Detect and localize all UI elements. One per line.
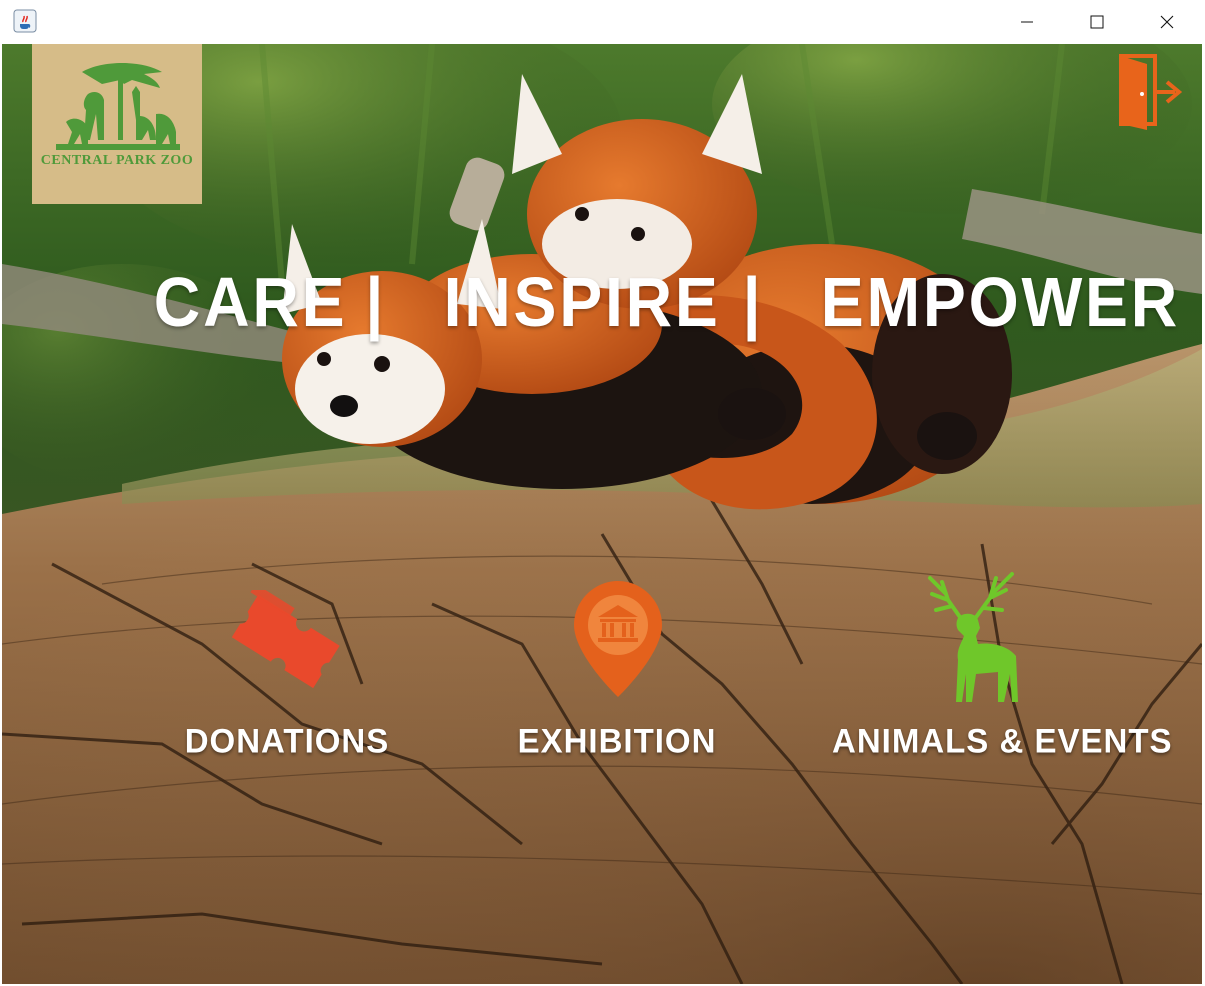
close-icon	[1160, 15, 1174, 29]
slogan-word-inspire: INSPIRE	[443, 263, 721, 341]
exhibition-button[interactable]: EXHIBITION	[517, 574, 717, 774]
donations-label: DONATIONS	[184, 721, 390, 760]
zoo-logo: CENTRAL PARK ZOO	[32, 44, 202, 204]
close-button[interactable]	[1132, 0, 1202, 44]
slogan-word-care: CARE	[153, 263, 348, 341]
donations-button[interactable]: DONATIONS	[182, 574, 392, 774]
minimize-button[interactable]	[992, 0, 1062, 44]
exit-button[interactable]	[1117, 52, 1183, 130]
slogan-separator: |	[365, 263, 387, 341]
logo-text: CENTRAL PARK ZOO	[41, 153, 193, 168]
slogan-word-empower: EMPOWER	[820, 263, 1181, 341]
museum-location-pin-icon	[574, 581, 662, 697]
title-bar[interactable]	[0, 0, 1205, 44]
java-cup-icon[interactable]	[13, 9, 37, 33]
app-window: CENTRAL PARK ZOO CARE | INSPIRE | EMPOWE…	[0, 0, 1205, 986]
maximize-icon	[1090, 15, 1104, 29]
slogan-separator: |	[742, 263, 764, 341]
minimize-icon	[1021, 21, 1033, 23]
deer-icon	[928, 572, 1018, 702]
exhibition-label: EXHIBITION	[517, 721, 717, 760]
main-content: CENTRAL PARK ZOO CARE | INSPIRE | EMPOWE…	[2, 44, 1202, 984]
ticket-icon	[231, 590, 340, 689]
animals-events-button[interactable]: ANIMALS & EVENTS	[832, 572, 1173, 774]
maximize-button[interactable]	[1062, 0, 1132, 44]
exit-door-icon	[1119, 54, 1183, 130]
slogan: CARE | INSPIRE | EMPOWER	[2, 262, 1177, 342]
animals-events-label: ANIMALS & EVENTS	[832, 721, 1173, 760]
zoo-logo-icon: CENTRAL PARK ZOO	[32, 44, 202, 204]
